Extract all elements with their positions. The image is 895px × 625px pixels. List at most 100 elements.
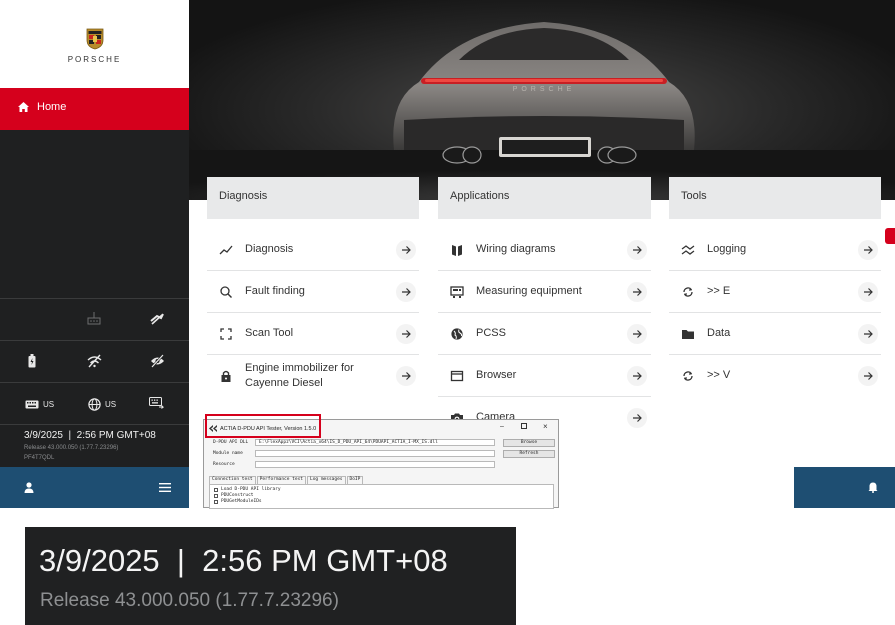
link-off-icon[interactable]	[150, 313, 164, 325]
arrow-right-icon[interactable]	[858, 282, 878, 302]
arrow-right-icon[interactable]	[396, 324, 416, 344]
arrow-right-icon[interactable]	[627, 282, 647, 302]
column-header-tools: Tools	[669, 177, 881, 219]
arrow-right-icon[interactable]	[627, 366, 647, 386]
checkbox[interactable]	[214, 500, 218, 504]
menu-item-label: Measuring equipment	[476, 285, 582, 297]
keyboard-settings-icon[interactable]	[149, 397, 164, 410]
menu-item-label: >> V	[707, 369, 731, 381]
menu-item-label: Fault finding	[245, 285, 305, 297]
sync-icon	[683, 287, 693, 297]
column-header-diagnosis: Diagnosis	[207, 177, 419, 219]
list-item[interactable]: PDUGetModuleIDs	[214, 499, 549, 505]
close-button[interactable]: ×	[543, 422, 548, 431]
resource-label: Resource	[213, 462, 235, 467]
maximize-button[interactable]	[521, 423, 527, 429]
user-icon[interactable]	[24, 482, 34, 493]
status-row-connectivity	[0, 340, 189, 382]
sidebar-item-label: Home	[37, 101, 67, 113]
browse-button[interactable]: Browse	[503, 439, 555, 447]
notification-bar	[794, 467, 895, 508]
notification-side-tab[interactable]	[885, 228, 895, 244]
tab-performance-test[interactable]: Performance test	[256, 476, 306, 484]
bell-icon[interactable]	[868, 482, 878, 493]
menu-item-label: >> E	[707, 285, 731, 297]
arrow-right-icon[interactable]	[396, 366, 416, 386]
dialog-tabs: Connection test Performance test Log mes…	[209, 476, 364, 484]
menu-item-sync-v[interactable]: >> V	[669, 355, 881, 397]
menu-item-pcss[interactable]: PCSS	[438, 313, 651, 355]
menu-item-measuring-equipment[interactable]: Measuring equipment	[438, 271, 651, 313]
menu-item-sync-e[interactable]: >> E	[669, 271, 881, 313]
eye-off-icon	[151, 354, 164, 368]
keyboard-icon[interactable]	[25, 400, 39, 409]
refresh-button[interactable]: Refresh	[503, 450, 555, 458]
menu-item-logging[interactable]: Logging	[669, 229, 881, 271]
zoomed-status-inset: 3/9/2025 | 2:56 PM GMT+08 Release 43.000…	[25, 527, 516, 625]
meter-icon	[450, 286, 464, 298]
release-version: Release 43.000.050 (1.77.7.23296)	[24, 445, 119, 451]
hamburger-menu-icon[interactable]	[159, 483, 171, 492]
zoomed-release-version: Release 43.000.050 (1.77.7.23296)	[40, 590, 339, 611]
arrow-right-icon[interactable]	[627, 408, 647, 428]
checkbox[interactable]	[214, 488, 218, 492]
module-select[interactable]	[255, 450, 495, 457]
menu-item-label: Logging	[707, 243, 747, 255]
home-icon	[18, 102, 29, 112]
globe-icon[interactable]	[88, 398, 101, 411]
minimize-button[interactable]: –	[500, 423, 504, 430]
car-rear-illustration: PORSCHE	[189, 22, 895, 200]
arrow-right-icon[interactable]	[396, 282, 416, 302]
menu-item-browser[interactable]: Browser	[438, 355, 651, 397]
menu-item-diagnosis[interactable]: Diagnosis	[207, 229, 419, 271]
trend-icon	[219, 245, 233, 255]
tab-log-messages[interactable]: Log messages	[307, 476, 346, 484]
menu-item-label: Browser	[476, 369, 517, 381]
brand-wordmark: PORSCHE	[67, 55, 122, 64]
column-header-applications: Applications	[438, 177, 651, 219]
status-row-locale: US US	[0, 382, 189, 424]
arrow-right-icon[interactable]	[858, 324, 878, 344]
vci-device-icon	[87, 312, 101, 325]
menu-item-wiring-diagrams[interactable]: Wiring diagrams	[438, 229, 651, 271]
scan-frame-icon	[220, 328, 232, 340]
dll-path-field[interactable]: E:\FlexAppz\VCI\Actia_x64\IS_D_PDU_API_6…	[255, 439, 495, 446]
language-label: US	[105, 400, 117, 409]
arrow-right-icon[interactable]	[627, 324, 647, 344]
sidebar-bottom-bar	[0, 467, 189, 508]
module-label: Module name	[213, 451, 243, 456]
menu-item-scan-tool[interactable]: Scan Tool	[207, 313, 419, 355]
keyboard-layout-label: US	[43, 400, 55, 409]
svg-text:PORSCHE: PORSCHE	[513, 86, 576, 93]
checkbox[interactable]	[214, 494, 218, 498]
logo-area: PORSCHE	[0, 0, 189, 88]
sidebar-item-home[interactable]: Home	[0, 88, 189, 130]
resource-select[interactable]	[255, 461, 495, 468]
porsche-crest-logo	[86, 28, 104, 50]
arrow-right-icon[interactable]	[858, 366, 878, 386]
sidebar: PORSCHE Home US US 3/9/2025 | 2:56 PM GM…	[0, 0, 189, 508]
highlight-annotation-box	[205, 414, 321, 438]
menu-item-fault-finding[interactable]: Fault finding	[207, 271, 419, 313]
tab-connection-test[interactable]: Connection test	[209, 476, 256, 484]
date-time-display: 3/9/2025 | 2:56 PM GMT+08	[24, 430, 156, 441]
menu-item-label: Scan Tool	[245, 327, 294, 339]
menu-item-label: Diagnosis	[245, 243, 294, 255]
arrow-right-icon[interactable]	[396, 240, 416, 260]
menu-item-label: Engine immobilizer for	[245, 362, 354, 374]
arrow-right-icon[interactable]	[858, 240, 878, 260]
tab-doip[interactable]: DoIP	[346, 476, 364, 484]
status-row-devices	[0, 298, 189, 340]
battery-icon	[28, 354, 36, 368]
wifi-off-icon	[87, 354, 102, 368]
menu-item-data[interactable]: Data	[669, 313, 881, 355]
menu-item-label-line2: Cayenne Diesel	[245, 377, 323, 389]
arrow-right-icon[interactable]	[627, 240, 647, 260]
menu-item-engine-immobilizer[interactable]: Engine immobilizer for Cayenne Diesel	[207, 355, 419, 397]
menu-item-label: Wiring diagrams	[476, 243, 556, 255]
app-root: PORSCHE Home US US 3/9/2025 | 2:56 PM GM…	[0, 0, 895, 625]
window-icon	[450, 370, 464, 382]
globe-icon	[451, 328, 463, 340]
test-step-list: Load D-PDU API library PDUConstruct PDUG…	[209, 484, 554, 509]
sync-icon	[683, 371, 693, 381]
